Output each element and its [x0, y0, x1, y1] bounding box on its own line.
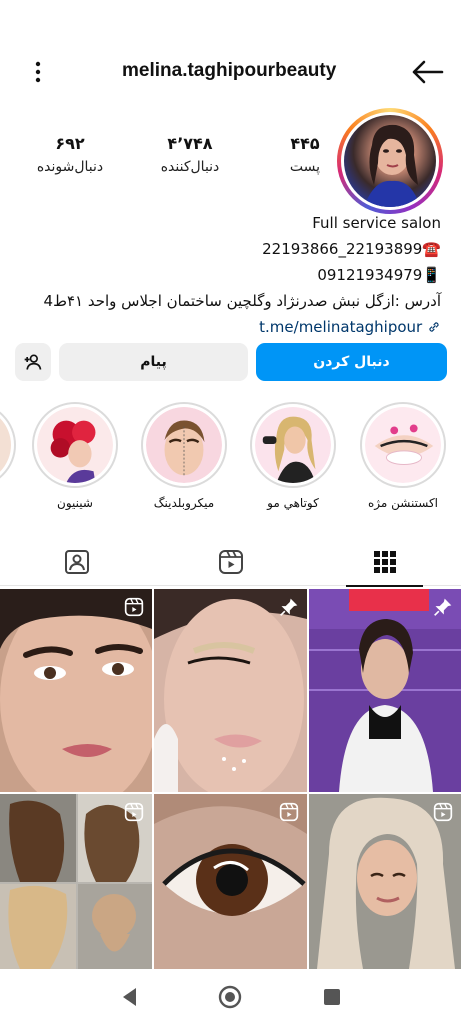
stat-followers[interactable]: ۴٬۷۴۸ دنبال‌کننده [145, 134, 235, 175]
post-image [309, 589, 461, 792]
profile-username: melina.taghipourbeauty [122, 60, 337, 81]
bio-link-text[interactable]: t.me/melinataghipour [259, 318, 422, 336]
highlight-label: کوتاهي مو [267, 496, 319, 510]
link-icon [429, 322, 439, 332]
profile-bio: Full service salon 22193866_22193899☎️ 0… [0, 210, 461, 340]
back-triangle-icon[interactable] [118, 985, 142, 1009]
highlight-item-microblading[interactable]: میکروبلدینگ [139, 402, 229, 510]
highlight-item-chignon[interactable]: شینیون [30, 402, 120, 510]
reel-badge-icon [279, 802, 299, 822]
tab-tagged[interactable] [0, 538, 153, 586]
post-thumbnail[interactable] [0, 794, 152, 969]
follow-button[interactable]: دنبال کردن [256, 343, 447, 381]
following-label: دنبال‌شونده [36, 159, 104, 175]
post-thumbnail[interactable] [154, 589, 307, 792]
avatar [344, 115, 436, 207]
stat-following[interactable]: ۶۹۲ دنبال‌شونده [25, 134, 115, 175]
profile-summary: ۶۹۲ دنبال‌شونده ۴٬۷۴۸ دنبال‌کننده ۴۴۵ پس… [0, 108, 461, 214]
avatar-story-ring[interactable] [337, 108, 443, 214]
reels-icon [218, 550, 243, 574]
more-vertical-icon[interactable] [26, 60, 50, 84]
avatar-image [364, 124, 420, 207]
following-count: ۶۹۲ [55, 134, 85, 153]
post-image [154, 589, 307, 792]
story-highlights: شینیون میکروبلدینگ کوتاهي مو اکستنشن مژه [0, 402, 461, 522]
highlight-item-lash-extension[interactable]: اکستنشن مژه [358, 402, 448, 510]
highlight-label: اکستنشن مژه [368, 496, 438, 510]
posts-count: ۴۴۵ [290, 134, 320, 153]
pin-icon [434, 598, 452, 616]
grid-icon [373, 551, 396, 573]
reel-badge-icon [433, 802, 453, 822]
highlight-label: شینیون [57, 496, 93, 510]
profile-actions: دنبال کردن پیام [0, 343, 461, 383]
home-circle-icon[interactable] [218, 985, 242, 1009]
bio-line-tagline: Full service salon [312, 214, 441, 232]
highlight-thumbnail [146, 407, 222, 483]
highlight-thumbnail [0, 407, 11, 483]
highlight-label: میکروبلدینگ [153, 496, 215, 510]
followers-count: ۴٬۷۴۸ [167, 134, 213, 153]
tab-reels[interactable] [154, 538, 307, 586]
bio-link[interactable]: t.me/melinataghipour [0, 314, 461, 340]
post-thumbnail[interactable] [0, 589, 152, 792]
post-image [0, 589, 152, 792]
bio-line-address: آدرس :ازگل نبش صدرنژاد وگلچین ساختمان اج… [43, 292, 441, 310]
tagged-icon [64, 550, 89, 574]
profile-header: melina.taghipourbeauty [0, 52, 461, 92]
reel-badge-icon [124, 597, 144, 617]
highlight-thumbnail [37, 407, 113, 483]
posts-grid [0, 589, 461, 969]
profile-tabs [0, 538, 461, 587]
system-navigation-bar [0, 970, 461, 1024]
post-thumbnail[interactable] [309, 589, 461, 792]
recents-square-icon[interactable] [320, 985, 344, 1009]
reel-badge-icon [124, 802, 144, 822]
followers-label: دنبال‌کننده [160, 159, 220, 175]
message-button[interactable]: پیام [59, 343, 248, 381]
pin-icon [280, 598, 298, 616]
bio-line-mobile: 09121934979📱 [317, 266, 441, 284]
add-user-icon [24, 354, 42, 370]
suggest-users-button[interactable] [15, 343, 51, 381]
highlight-item-haircut[interactable]: کوتاهي مو [248, 402, 338, 510]
highlight-item-partial[interactable] [0, 402, 18, 488]
post-thumbnail[interactable] [309, 794, 461, 969]
bio-line-phone: 22193866_22193899☎️ [262, 240, 441, 258]
highlight-thumbnail [365, 407, 441, 483]
highlight-thumbnail [255, 407, 331, 483]
arrow-left-icon[interactable] [410, 58, 444, 86]
post-thumbnail[interactable] [154, 794, 307, 969]
tab-posts-grid[interactable] [308, 538, 461, 587]
